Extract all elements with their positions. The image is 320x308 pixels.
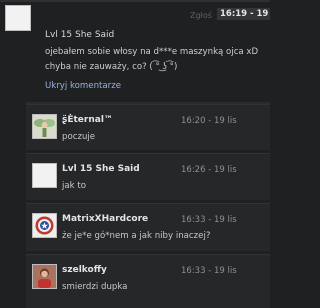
reply-comment: ʂ̈Ėternal™ 16:20 - 19 lis poczuje	[26, 104, 270, 150]
blank-avatar[interactable]	[32, 163, 57, 188]
comment-timestamp[interactable]: 16:33 - 19 lis	[181, 215, 237, 225]
comment-body: poczuje	[62, 132, 96, 142]
comment-body: smierdzi dupka	[62, 282, 128, 292]
comment-author[interactable]: Lvl 15 She Said	[62, 164, 140, 174]
comment-author[interactable]: szelkoffy	[62, 265, 107, 275]
comment-thread: Zgłoś 16:19 - 19 lis Lvl 15 She Said oje…	[0, 0, 270, 308]
comment-author[interactable]: ʂ̈Ėternal™	[62, 115, 113, 125]
report-link[interactable]: Zgłoś	[190, 11, 212, 20]
comment-timestamp[interactable]: 16:19 - 19 lis	[217, 8, 270, 20]
fairy-avatar[interactable]	[32, 114, 57, 139]
comment-body: że je*e gó*nem a jak niby inaczej?	[62, 231, 211, 241]
comment-author[interactable]: MatrixXHardcore	[62, 214, 148, 224]
comment-timestamp[interactable]: 16:26 - 19 lis	[181, 165, 237, 175]
comment-author[interactable]: Lvl 15 She Said	[45, 30, 114, 40]
person-avatar[interactable]	[32, 264, 57, 289]
comment-body: ojebałem sobie włosy na d***e maszynką o…	[45, 47, 259, 72]
reply-comment: szelkoffy 16:33 - 19 lis smierdzi dupka	[26, 254, 270, 308]
reply-comment: MatrixXHardcore 16:33 - 19 lis że je*e g…	[26, 203, 270, 251]
comment-body: jak to	[62, 181, 86, 191]
parent-comment: Zgłoś 16:19 - 19 lis Lvl 15 She Said oje…	[0, 2, 270, 100]
comment-timestamp[interactable]: 16:20 - 19 lis	[181, 116, 237, 126]
hide-comments-link[interactable]: Ukryj komentarze	[45, 81, 121, 91]
avatar[interactable]	[5, 5, 31, 31]
captain-america-avatar[interactable]	[32, 213, 57, 238]
reply-comment: Lvl 15 She Said 16:26 - 19 lis jak to	[26, 153, 270, 200]
comment-timestamp[interactable]: 16:33 - 19 lis	[181, 266, 237, 276]
